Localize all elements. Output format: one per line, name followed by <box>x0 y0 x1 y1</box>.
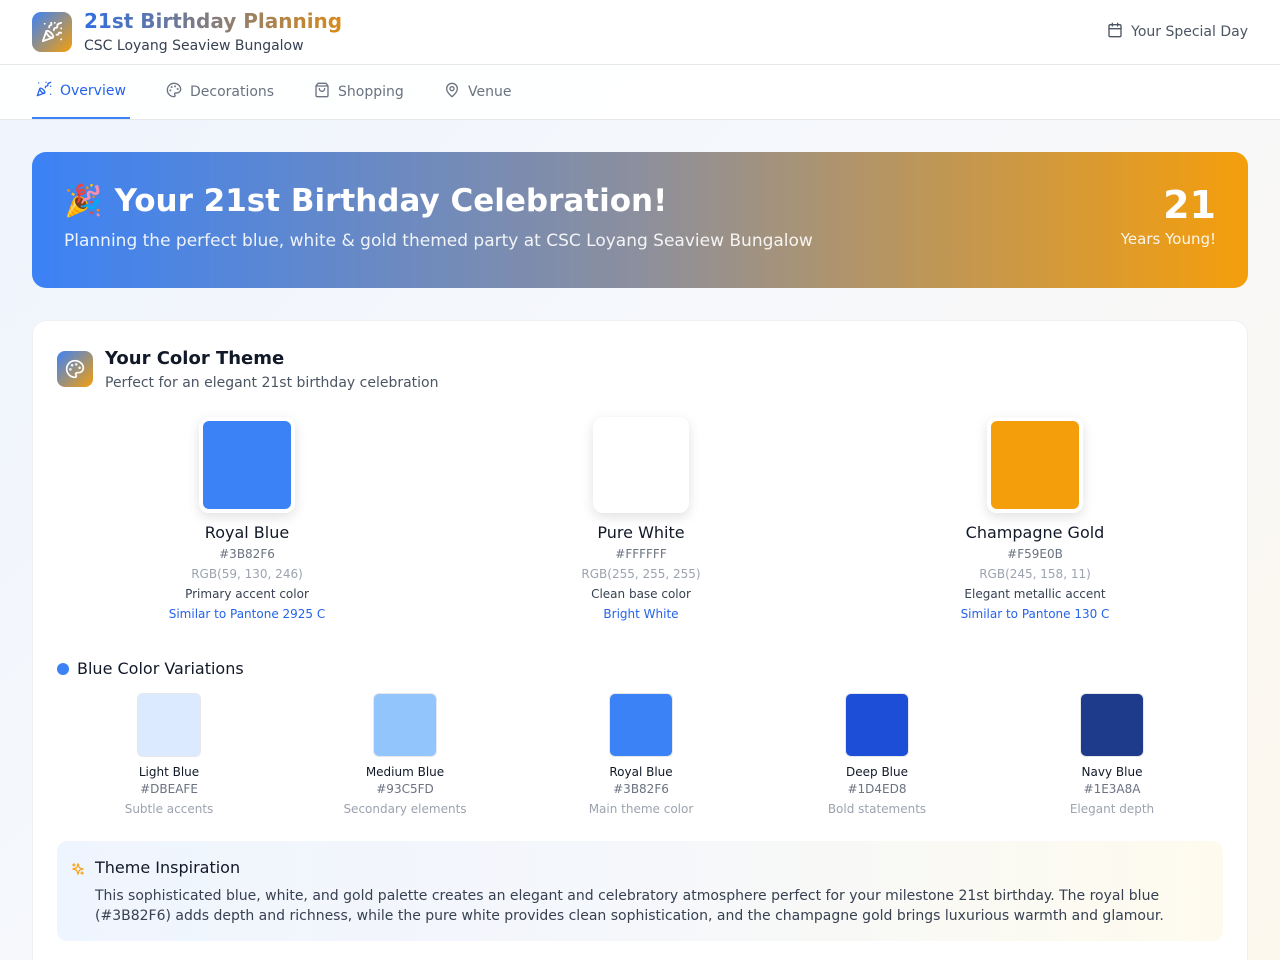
palette-icon <box>57 351 93 387</box>
variation-swatch[interactable] <box>137 693 201 757</box>
tab-label: Decorations <box>190 84 275 100</box>
card-title: Your Color Theme <box>105 348 285 369</box>
tab-label: Shopping <box>338 84 404 100</box>
color-pantone: Bright White <box>603 607 679 621</box>
party-popper-icon <box>36 81 52 101</box>
special-day-label: Your Special Day <box>1131 24 1248 40</box>
tab-label: Overview <box>60 83 126 99</box>
card-subtitle: Perfect for an elegant 21st birthday cel… <box>105 375 439 391</box>
color-theme-card: Your Color Theme Perfect for an elegant … <box>32 320 1248 960</box>
variation-hex: #3B82F6 <box>613 782 669 796</box>
variations-title: Blue Color Variations <box>77 659 244 678</box>
age-label: Years Young! <box>1120 230 1216 248</box>
age-number: 21 <box>1163 183 1216 227</box>
variation-hex: #93C5FD <box>376 782 434 796</box>
hero-subtitle: Planning the perfect blue, white & gold … <box>64 231 813 251</box>
bullet-dot-icon <box>57 662 69 675</box>
variation-description: Main theme color <box>588 802 694 816</box>
variation-name: Navy Blue <box>1081 765 1143 779</box>
tab-overview[interactable]: Overview <box>32 65 130 119</box>
variation-name: Light Blue <box>138 765 200 779</box>
app-subtitle: CSC Loyang Seaview Bungalow <box>84 38 304 54</box>
color-swatch[interactable] <box>199 417 295 513</box>
tab-shopping[interactable]: Shopping <box>314 65 404 119</box>
variation-hex: #1E3A8A <box>1083 782 1141 796</box>
variation-swatch[interactable] <box>609 693 673 757</box>
color-description: Clean base color <box>591 587 691 601</box>
variation-hex: #1D4ED8 <box>847 782 907 796</box>
party-emoji-icon: 🎉 <box>64 183 103 219</box>
variation-name: Deep Blue <box>846 765 908 779</box>
color-name: Royal Blue <box>204 523 290 542</box>
color-rgb: RGB(59, 130, 246) <box>191 567 303 581</box>
tab-decorations[interactable]: Decorations <box>166 65 274 119</box>
color-description: Elegant metallic accent <box>964 587 1106 601</box>
color-hex: #FFFFFF <box>615 547 667 561</box>
map-pin-icon <box>444 82 460 102</box>
color-hex: #3B82F6 <box>219 547 275 561</box>
palette-icon <box>166 82 182 102</box>
variation-description: Bold statements <box>827 802 927 816</box>
color-rgb: RGB(255, 255, 255) <box>581 567 701 581</box>
color-hex: #F59E0B <box>1007 547 1063 561</box>
sparkles-icon <box>71 861 85 880</box>
variation-royal-blue: Royal Blue #3B82F6 Main theme color <box>541 693 741 816</box>
tab-label: Venue <box>468 84 512 100</box>
color-name: Pure White <box>597 523 685 542</box>
variation-name: Royal Blue <box>609 765 673 779</box>
hero-title-text: Your 21st Birthday Celebration! <box>114 182 668 219</box>
variation-description: Elegant depth <box>1069 802 1155 816</box>
color-pantone: Similar to Pantone 2925 C <box>168 607 326 621</box>
variation-swatch[interactable] <box>845 693 909 757</box>
tab-bar: Overview Decorations Shopping Venue <box>0 65 1280 120</box>
shopping-bag-icon <box>314 82 330 102</box>
variation-medium-blue: Medium Blue #93C5FD Secondary elements <box>305 693 505 816</box>
variation-name: Medium Blue <box>365 765 445 779</box>
color-card-royal-blue: Royal Blue #3B82F6 RGB(59, 130, 246) Pri… <box>97 417 397 621</box>
app-title: 21st Birthday Planning <box>84 9 343 33</box>
variation-description: Subtle accents <box>124 802 214 816</box>
color-card-champagne-gold: Champagne Gold #F59E0B RGB(245, 158, 11)… <box>885 417 1185 621</box>
tab-venue[interactable]: Venue <box>444 65 511 119</box>
hero-title: 🎉 Your 21st Birthday Celebration! <box>64 182 668 220</box>
theme-inspiration-panel: Theme Inspiration This sophisticated blu… <box>57 841 1223 941</box>
variation-navy-blue: Navy Blue #1E3A8A Elegant depth <box>1012 693 1212 816</box>
variation-light-blue: Light Blue #DBEAFE Subtle accents <box>69 693 269 816</box>
variation-description: Secondary elements <box>343 802 467 816</box>
variations-heading: Blue Color Variations <box>57 659 244 678</box>
variation-swatch[interactable] <box>373 693 437 757</box>
color-pantone: Similar to Pantone 130 C <box>960 607 1110 621</box>
calendar-icon <box>1107 22 1123 42</box>
color-swatch[interactable] <box>987 417 1083 513</box>
color-description: Primary accent color <box>185 587 309 601</box>
party-popper-icon <box>32 12 72 52</box>
variation-hex: #DBEAFE <box>140 782 198 796</box>
hero-banner: 🎉 Your 21st Birthday Celebration! Planni… <box>32 152 1248 288</box>
inspiration-title: Theme Inspiration <box>95 858 241 877</box>
app-header: 21st Birthday Planning CSC Loyang Seavie… <box>0 0 1280 65</box>
inspiration-body: This sophisticated blue, white, and gold… <box>95 888 1164 924</box>
color-rgb: RGB(245, 158, 11) <box>979 567 1091 581</box>
variation-swatch[interactable] <box>1080 693 1144 757</box>
variation-deep-blue: Deep Blue #1D4ED8 Bold statements <box>777 693 977 816</box>
special-day-indicator: Your Special Day <box>1107 22 1248 42</box>
color-card-pure-white: Pure White #FFFFFF RGB(255, 255, 255) Cl… <box>491 417 791 621</box>
color-name: Champagne Gold <box>965 523 1105 542</box>
color-swatch[interactable] <box>593 417 689 513</box>
